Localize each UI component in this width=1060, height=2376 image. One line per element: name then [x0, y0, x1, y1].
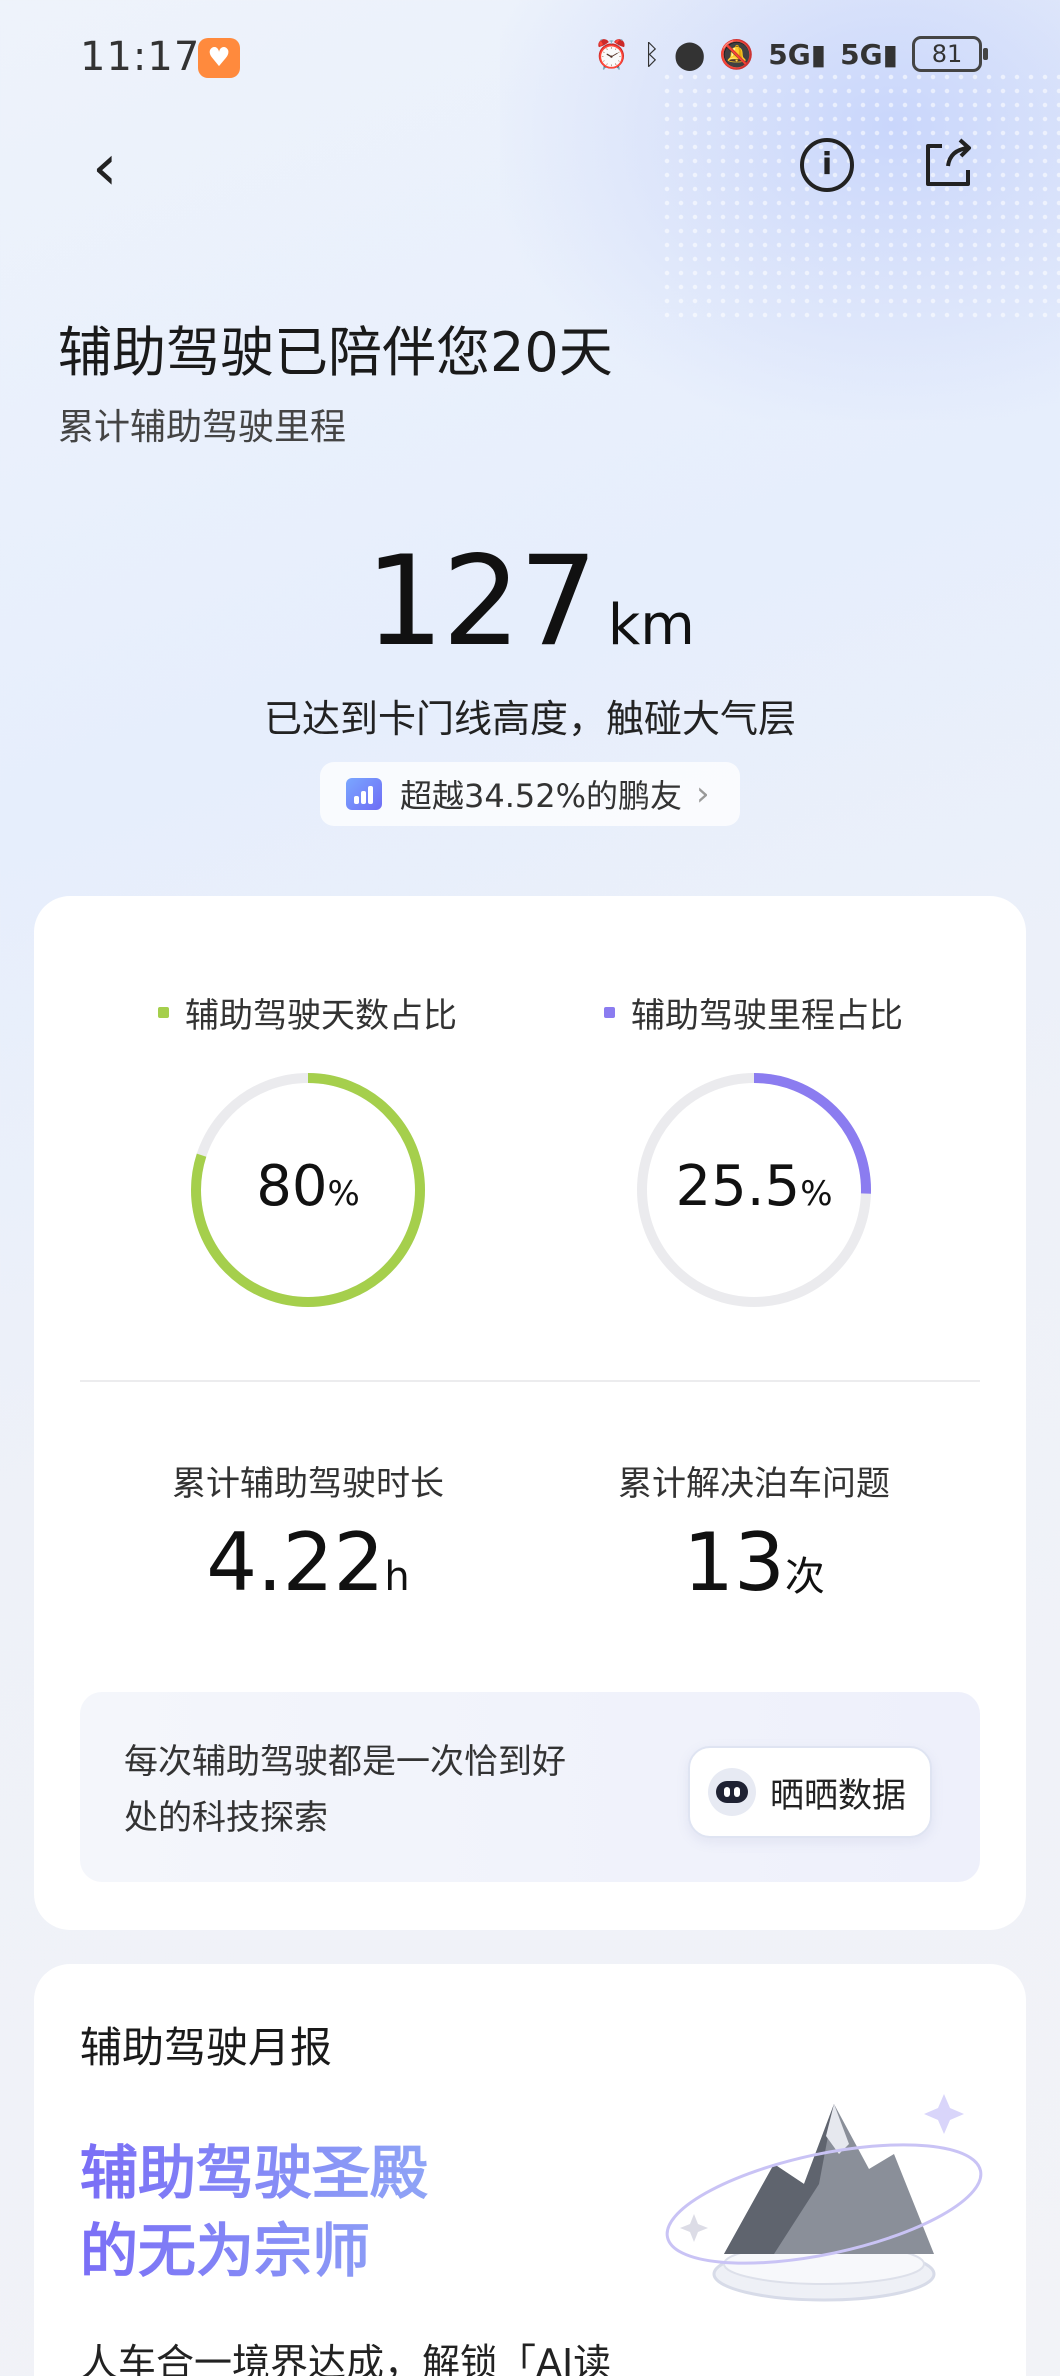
mileage-description: 已达到卡门线高度，触碰大气层 — [263, 697, 796, 741]
robot-icon — [708, 1768, 756, 1816]
total-mileage: 127 km — [0, 530, 1060, 674]
location-icon: ⬤ — [674, 37, 706, 71]
share-icon-svg — [926, 138, 971, 186]
parking-label: 累计解决泊车问题 — [618, 1464, 890, 1504]
days-ratio-label: 辅助驾驶天数占比 — [158, 988, 457, 1037]
signal-5g-icon-2: 5G▮ — [840, 37, 898, 71]
divider — [80, 1380, 980, 1382]
alarm-icon: ⏰ — [594, 37, 630, 71]
mileage-unit: km — [607, 593, 695, 658]
chevron-right-icon: › — [696, 774, 710, 814]
legend-dot-purple — [604, 1007, 615, 1018]
chart-icon — [346, 778, 382, 810]
legend-dot-green — [158, 1007, 169, 1018]
duration-value: 4.22h — [206, 1516, 410, 1609]
mileage-ratio-value: 25.5% — [675, 1154, 833, 1219]
status-time: 11:17 — [80, 34, 201, 80]
page-subtitle: 累计辅助驾驶里程 — [58, 407, 347, 448]
monthly-rank-title: 辅助驾驶圣殿 的无为宗师 — [80, 2134, 428, 2290]
status-bar: 11:17 ♥ ⏰ ᛒ ⬤ 🔕 5G▮ 5G▮ 81 — [0, 0, 1060, 115]
status-icons: ⏰ ᛒ ⬤ 🔕 5G▮ 5G▮ 81 — [594, 36, 988, 72]
page-title: 辅助驾驶已陪伴您20天 — [58, 321, 613, 384]
info-icon[interactable]: i — [800, 138, 854, 192]
days-ratio-value: 80% — [256, 1154, 360, 1219]
signal-5g-icon-1: 5G▮ — [768, 37, 827, 71]
mileage-ratio-label: 辅助驾驶里程占比 — [604, 988, 903, 1037]
back-icon[interactable]: ‹ — [92, 136, 142, 200]
rank-button[interactable]: 超越34.52%的鹏友 › — [320, 762, 740, 826]
share-message: 每次辅助驾驶都是一次恰到好处的科技探索 — [124, 1742, 566, 1838]
mountain-trophy-icon — [665, 2094, 983, 2302]
stats-card: 辅助驾驶天数占比 辅助驾驶里程占比 80% 25.5% 累计辅助驾驶时长 4.2… — [34, 896, 1026, 1930]
share-icon[interactable] — [920, 136, 976, 192]
monthly-report-title: 辅助驾驶月报 — [80, 2023, 333, 2072]
duration-label: 累计辅助驾驶时长 — [172, 1464, 444, 1504]
mute-icon: 🔕 — [719, 37, 755, 71]
rank-text: 超越34.52%的鹏友 — [400, 777, 683, 815]
share-banner: 每次辅助驾驶都是一次恰到好处的科技探索 晒晒数据 — [80, 1692, 980, 1882]
bluetooth-icon: ᛒ — [643, 37, 660, 71]
app-notification-icon: ♥ — [198, 38, 240, 78]
share-data-button-label: 晒晒数据 — [770, 1775, 906, 1816]
monthly-description: 人车合一境界达成，解锁「AI读 — [80, 2341, 612, 2376]
share-data-button[interactable]: 晒晒数据 — [688, 1746, 932, 1838]
monthly-report-card[interactable]: 辅助驾驶月报 辅助驾驶圣殿 的无为宗师 人车合一境界达成，解锁「AI读 — [34, 1964, 1026, 2376]
battery-icon: 81 — [912, 36, 988, 72]
mileage-value: 127 — [365, 530, 598, 674]
parking-value: 13次 — [683, 1516, 825, 1609]
